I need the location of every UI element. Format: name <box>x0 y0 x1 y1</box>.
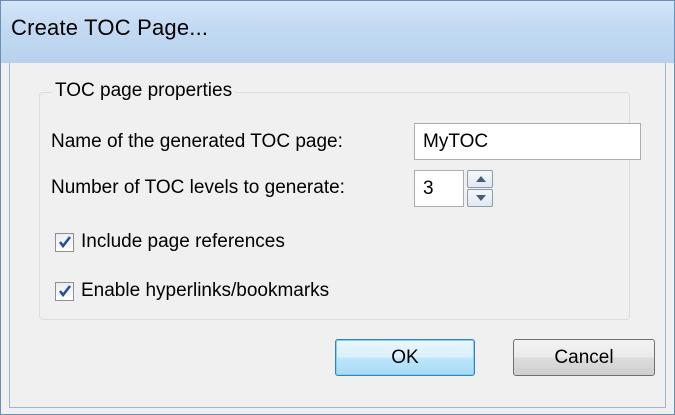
levels-label: Number of TOC levels to generate: <box>51 177 345 198</box>
group-legend: TOC page properties <box>52 80 236 102</box>
triangle-up-icon <box>476 176 486 182</box>
toc-levels-input[interactable]: 3 <box>414 170 464 207</box>
include-page-refs-checkbox[interactable] <box>55 233 74 252</box>
dialog-title: Create TOC Page... <box>11 15 209 40</box>
ok-button[interactable]: OK <box>335 339 475 376</box>
triangle-down-icon <box>476 195 486 201</box>
create-toc-dialog: Create TOC Page... TOC page properties N… <box>0 0 675 415</box>
spin-down-button[interactable] <box>467 189 493 207</box>
checkmark-icon <box>58 285 72 298</box>
levels-spinner <box>467 170 493 207</box>
toc-name-input[interactable]: MyTOC <box>414 123 641 160</box>
cancel-button[interactable]: Cancel <box>513 339 655 376</box>
title-bar[interactable]: Create TOC Page... <box>1 1 674 63</box>
include-page-refs-label[interactable]: Include page references <box>81 231 285 253</box>
name-label: Name of the generated TOC page: <box>51 131 343 152</box>
spin-up-button[interactable] <box>467 170 493 188</box>
enable-hyperlinks-checkbox[interactable] <box>55 282 74 301</box>
dialog-client-area: TOC page properties Name of the generate… <box>9 63 666 408</box>
enable-hyperlinks-label[interactable]: Enable hyperlinks/bookmarks <box>81 280 329 302</box>
checkmark-icon <box>58 236 72 249</box>
